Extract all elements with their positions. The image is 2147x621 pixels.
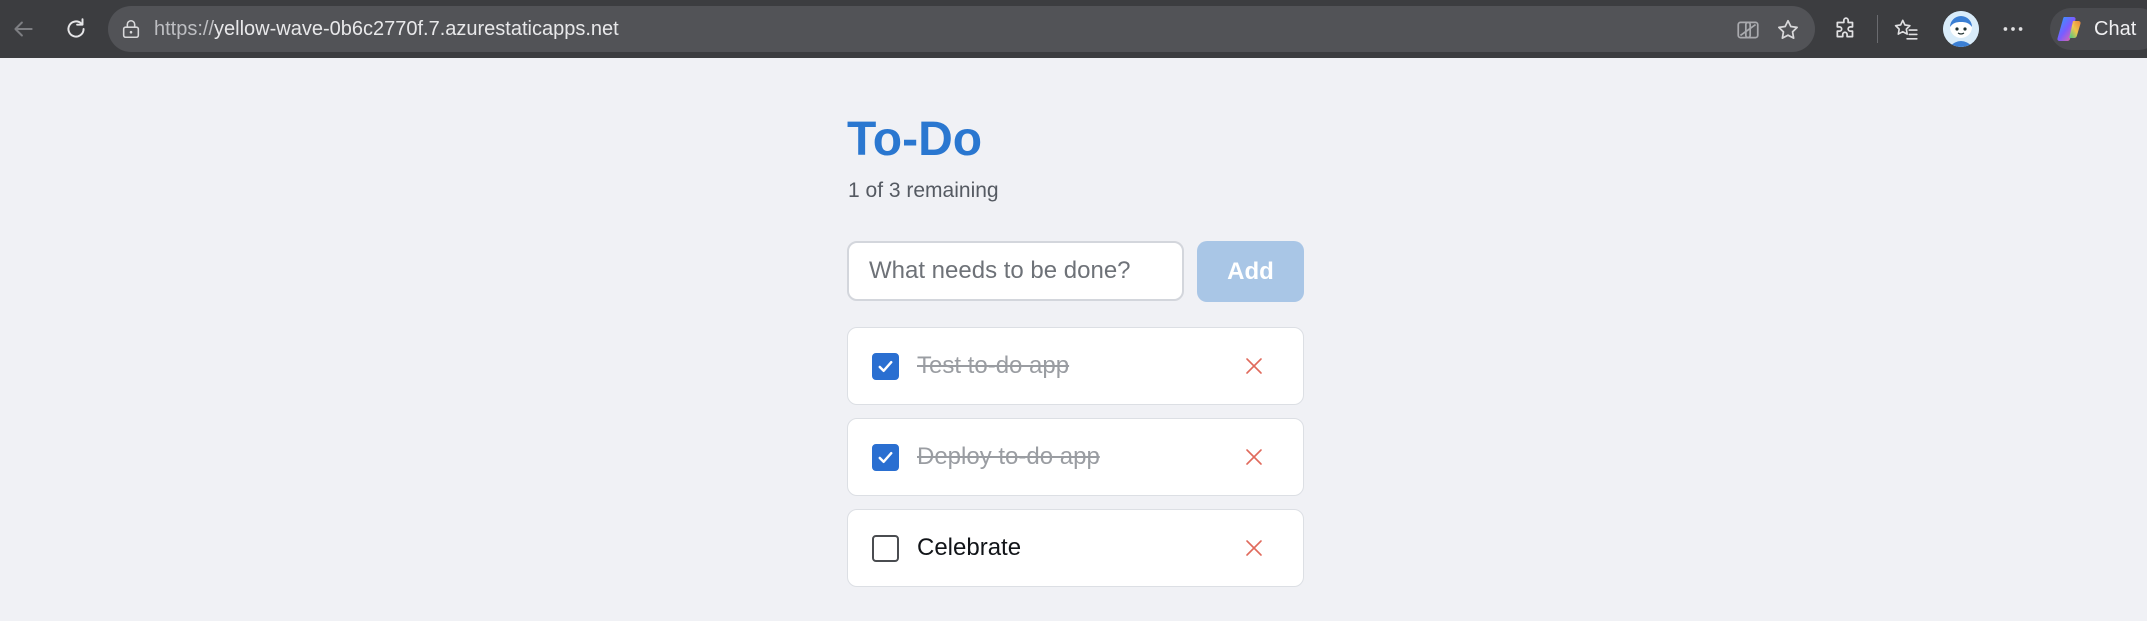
close-icon [1246, 358, 1262, 374]
add-button[interactable]: Add [1197, 241, 1304, 302]
refresh-icon [67, 18, 85, 38]
more-dots-icon [2003, 27, 2023, 31]
star-icon[interactable] [1775, 17, 1801, 43]
extensions-button[interactable] [1831, 14, 1861, 44]
todo-checkbox[interactable] [872, 353, 899, 380]
copilot-logo-icon [2057, 17, 2081, 41]
url-scheme: https:// [154, 18, 215, 40]
chat-label: Chat [2094, 18, 2137, 40]
profile-avatar-icon [1943, 11, 1979, 47]
todo-text[interactable]: Celebrate [917, 510, 1021, 586]
favorites-button[interactable] [1891, 14, 1921, 44]
page-title: To-Do [847, 113, 983, 166]
new-todo-input[interactable] [847, 241, 1184, 301]
close-icon [1246, 449, 1262, 465]
delete-button[interactable] [1241, 535, 1267, 561]
close-icon [1246, 540, 1262, 556]
back-arrow-icon [14, 21, 33, 37]
todo-checkbox[interactable] [872, 535, 899, 562]
todo-checkbox[interactable] [872, 444, 899, 471]
checkmark-icon [878, 451, 893, 464]
todo-list: Test to-do app Deploy to-do app Celebrat… [847, 327, 1304, 600]
back-button[interactable] [4, 10, 42, 48]
favorites-list-icon [1894, 19, 1918, 40]
more-button[interactable] [1998, 14, 2028, 44]
copilot-chat-button[interactable]: Chat [2050, 8, 2147, 50]
todo-item: Deploy to-do app [847, 418, 1304, 496]
url-text[interactable]: https://yellow-wave-0b6c2770f.7.azuresta… [154, 6, 619, 52]
todo-item: Test to-do app [847, 327, 1304, 405]
lock-icon[interactable] [120, 18, 142, 40]
refresh-button[interactable] [57, 10, 95, 48]
todo-text[interactable]: Test to-do app [917, 328, 1069, 404]
url-host: yellow-wave-0b6c2770f.7.azurestaticapps.… [214, 18, 619, 40]
avatar[interactable] [1943, 11, 1979, 47]
puzzle-icon [1836, 17, 1854, 38]
delete-button[interactable] [1241, 353, 1267, 379]
tracking-prevention-icon[interactable] [1735, 17, 1761, 43]
checkmark-icon [878, 360, 893, 373]
browser-toolbar: https://yellow-wave-0b6c2770f.7.azuresta… [0, 0, 2147, 58]
toolbar-divider [1877, 15, 1878, 43]
todo-item: Celebrate [847, 509, 1304, 587]
remaining-count: 1 of 3 remaining [848, 179, 999, 202]
delete-button[interactable] [1241, 444, 1267, 470]
address-bar[interactable]: https://yellow-wave-0b6c2770f.7.azuresta… [108, 6, 1815, 52]
todo-text[interactable]: Deploy to-do app [917, 419, 1100, 495]
